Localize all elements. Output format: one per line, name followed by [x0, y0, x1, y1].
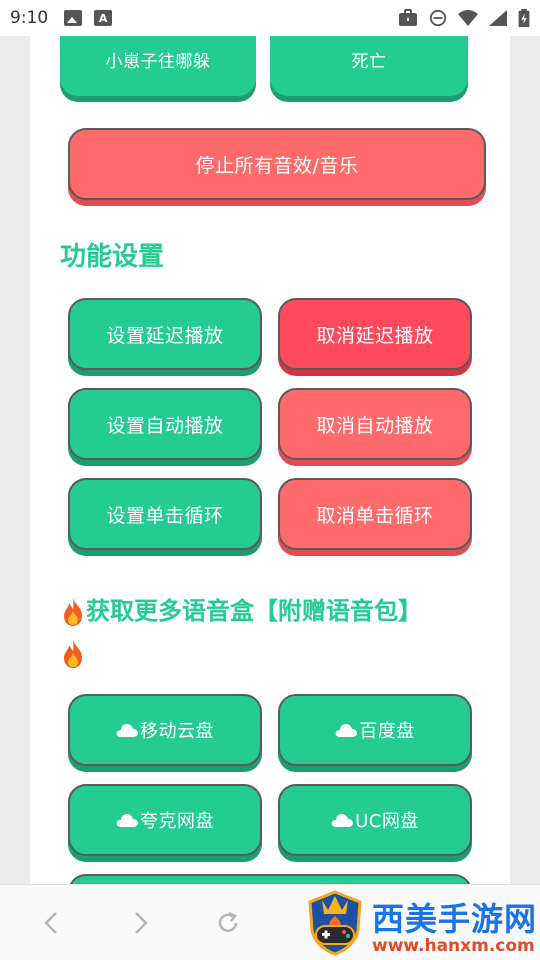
button-label: 百度盘: [359, 721, 415, 742]
page-content[interactable]: 小崽子往哪躲 死亡 停止所有音效/音乐 功能设置 设置延迟播放 取消延迟播放 设…: [30, 36, 510, 884]
back-icon[interactable]: [38, 909, 66, 937]
stop-all-label: 停止所有音效/音乐: [195, 154, 359, 177]
image-icon: [64, 10, 83, 26]
forward-icon[interactable]: [126, 909, 154, 937]
stop-all-button[interactable]: 停止所有音效/音乐: [68, 128, 486, 200]
baidu-disk-button[interactable]: 百度盘: [278, 694, 472, 766]
button-label: 夸克网盘: [140, 811, 214, 832]
cloud-icon: [331, 814, 354, 827]
sound-button-death[interactable]: 死亡: [270, 36, 468, 96]
cancel-autoplay-button[interactable]: 取消自动播放: [278, 388, 472, 460]
set-autoplay-button[interactable]: 设置自动播放: [68, 388, 262, 460]
settings-title: 功能设置: [60, 242, 165, 272]
status-time: 9:10: [10, 8, 49, 28]
cancel-loop-button[interactable]: 取消单击循环: [278, 478, 472, 550]
watermark-text: 西美手游网: [372, 900, 538, 938]
more-title: 获取更多语音盒【附赠语音包】: [60, 590, 480, 674]
button-label: 移动云盘: [140, 721, 214, 742]
refresh-icon[interactable]: [214, 909, 242, 937]
button-label: 取消单击循环: [316, 504, 434, 527]
set-loop-button[interactable]: 设置单击循环: [68, 478, 262, 550]
button-label: 设置延迟播放: [106, 324, 224, 347]
button-label: 取消自动播放: [316, 414, 434, 437]
more-button-partial[interactable]: [68, 874, 472, 884]
button-label: 设置自动播放: [106, 414, 224, 437]
cloud-icon: [116, 724, 138, 737]
cloud-icon: [335, 724, 358, 737]
cancel-delay-button[interactable]: 取消延迟播放: [278, 298, 472, 370]
sound-button-hide[interactable]: 小崽子往哪躲: [60, 36, 256, 96]
button-label: UC网盘: [355, 811, 419, 832]
watermark-url: www.hanxm.com: [372, 936, 535, 956]
more-title-text: 获取更多语音盒【附赠语音包】: [86, 597, 422, 625]
fire-icon: [64, 640, 82, 668]
a-icon: A: [94, 10, 113, 26]
button-label: 设置单击循环: [106, 504, 224, 527]
sound-button-label: 小崽子往哪躲: [105, 51, 211, 72]
wifi-icon: [458, 10, 478, 26]
status-icons: [398, 9, 530, 27]
battery-icon: [518, 9, 530, 27]
status-bar: 9:10 A: [0, 0, 540, 36]
gamepad-shield-logo: [308, 890, 362, 956]
quark-disk-button[interactable]: 夸克网盘: [68, 784, 262, 856]
signal-icon: [489, 10, 507, 26]
fire-icon: [64, 598, 82, 626]
cloud-icon: [116, 814, 138, 827]
mobile-cloud-button[interactable]: 移动云盘: [68, 694, 262, 766]
dnd-icon: [429, 9, 447, 27]
set-delay-button[interactable]: 设置延迟播放: [68, 298, 262, 370]
page-margin-left: [0, 36, 30, 884]
watermark: 西美手游网 www.hanxm.com: [300, 888, 540, 960]
briefcase-icon: [399, 9, 417, 26]
button-label: 取消延迟播放: [316, 324, 434, 347]
sound-button-label: 死亡: [351, 51, 387, 72]
page-margin-right: [510, 36, 540, 884]
uc-disk-button[interactable]: UC网盘: [278, 784, 472, 856]
